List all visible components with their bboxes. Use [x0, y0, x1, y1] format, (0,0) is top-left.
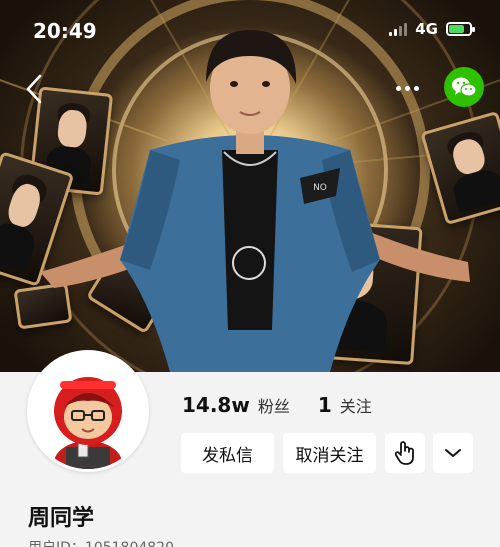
- followers-label[interactable]: 粉丝: [258, 393, 290, 417]
- back-button[interactable]: [20, 72, 50, 106]
- profile-stats: 14.8w 粉丝 1 关注: [182, 393, 372, 417]
- following-count[interactable]: 1: [318, 393, 332, 417]
- avatar-cartoon: [30, 353, 146, 469]
- user-id: 用户ID：1051804820: [28, 537, 174, 547]
- following-label[interactable]: 关注: [340, 393, 372, 417]
- wechat-icon: [452, 77, 477, 97]
- share-wechat-button[interactable]: [444, 67, 484, 107]
- cover-figure: NO: [40, 30, 470, 372]
- unfollow-button[interactable]: 取消关注: [283, 433, 376, 473]
- network-type: 4G: [415, 20, 438, 38]
- svg-text:NO: NO: [313, 183, 327, 193]
- hand-pointer-icon: [394, 441, 414, 465]
- battery-level: [449, 25, 465, 33]
- more-dots-icon: [395, 85, 401, 91]
- cover-play-indicator[interactable]: [232, 246, 266, 280]
- gesture-button[interactable]: [385, 433, 425, 473]
- more-button[interactable]: [390, 78, 424, 98]
- battery-icon: [446, 22, 475, 36]
- avatar[interactable]: [27, 350, 149, 472]
- chevron-left-icon: [26, 74, 42, 104]
- profile-cover: NO 20:49 4G: [0, 0, 500, 372]
- expand-button[interactable]: [433, 433, 473, 473]
- chevron-down-icon: [445, 449, 461, 457]
- status-indicators: 4G: [389, 20, 475, 38]
- followers-count[interactable]: 14.8w: [182, 393, 250, 417]
- profile-name: 周同学: [28, 506, 95, 531]
- status-time: 20:49: [33, 19, 97, 43]
- send-message-button[interactable]: 发私信: [181, 433, 274, 473]
- signal-icon: [389, 22, 408, 36]
